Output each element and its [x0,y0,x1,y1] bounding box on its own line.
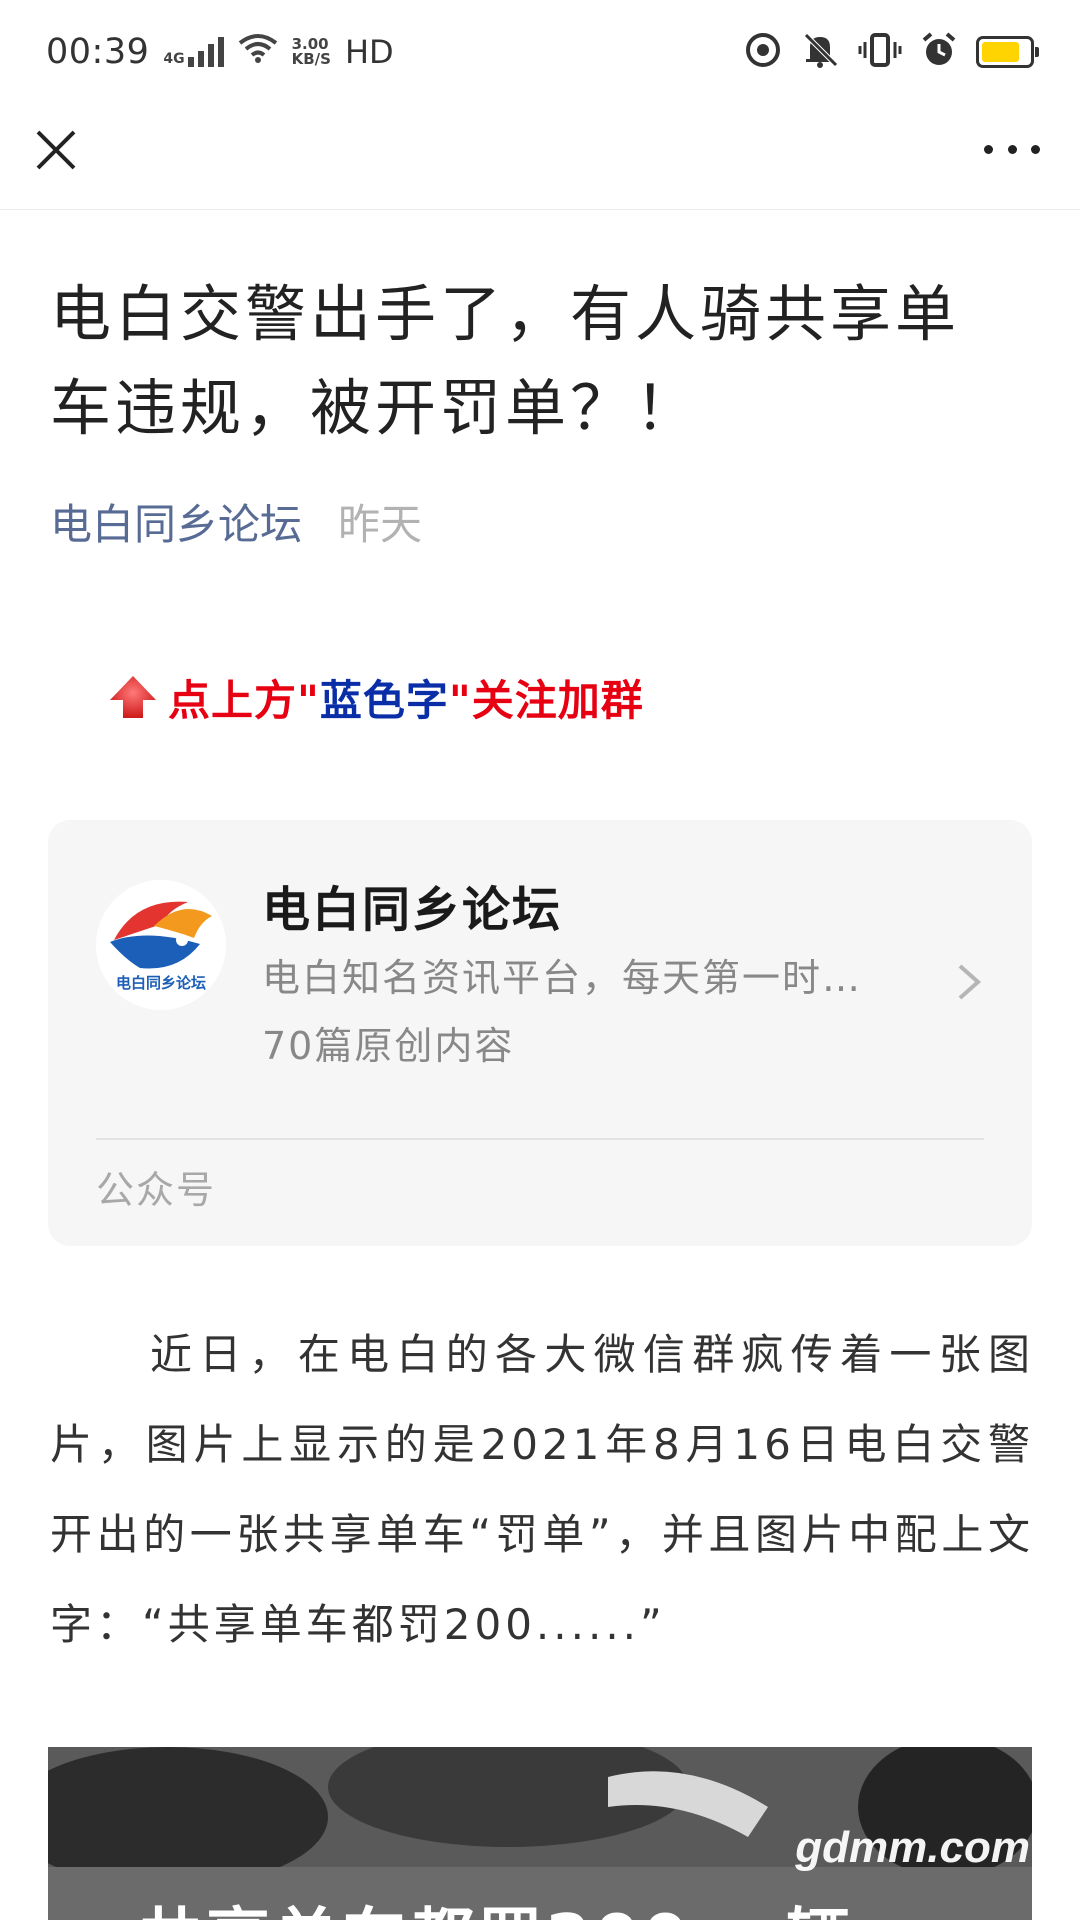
mute-bell-icon [800,31,840,73]
account-type-label: 公众号 [96,1168,217,1212]
nav-bar [0,104,1080,210]
vibrate-icon [858,31,902,73]
hd-label: HD [344,33,394,71]
follow-text-1: 点上方" [168,675,320,725]
article-meta: 电白同乡论坛 昨天 [50,498,422,552]
network-speed: 3.00 KB/S [292,37,331,67]
follow-prompt: 点上方" 蓝色字 "关注加群 [108,670,644,725]
more-icon-dot [1031,144,1040,154]
signal-icon: 4G [163,37,224,67]
close-button[interactable] [30,124,82,176]
article-paragraph: 近日，在电白的各大微信群疯传着一张图片，图片上显示的是2021年8月16日电白交… [50,1330,1034,1649]
more-button[interactable] [984,134,1040,164]
bird-logo-icon: 电白同乡论坛 [96,880,226,1010]
status-bar: 00:39 4G 3.00 KB/S HD [0,0,1080,104]
battery-level [982,42,1019,62]
status-left: 00:39 4G 3.00 KB/S HD [46,32,394,72]
network-speed-unit: KB/S [291,50,331,68]
record-icon [744,31,782,73]
battery-icon [976,36,1039,68]
account-description: 电白知名资讯平台，每天第一时… [262,956,863,1000]
account-avatar: 电白同乡论坛 [96,880,226,1010]
chevron-right-icon [958,964,982,1000]
wifi-icon [238,32,278,72]
profile-card[interactable]: 电白同乡论坛 电白同乡论坛 电白知名资讯平台，每天第一时… 70篇原创内容 公众… [48,820,1032,1246]
arrow-up-icon [110,676,156,718]
follow-text-3: "关注加群 [448,675,644,725]
status-time: 00:39 [46,32,150,72]
author-link[interactable]: 电白同乡论坛 [50,498,302,552]
image-caption: 共享单车都罚200 一辆 [138,1887,854,1920]
logo-text: 电白同乡论坛 [116,974,206,992]
account-name: 电白同乡论坛 [262,882,563,938]
article-title: 电白交警出手了，有人骑共享单车违规，被开罚单？！ [50,279,961,444]
network-label: 4G [163,51,185,67]
follow-text-2: 蓝色字 [319,675,449,725]
more-icon-dot [1007,144,1017,154]
publish-date: 昨天 [338,500,423,549]
status-right [744,31,1039,73]
more-icon-dot [984,144,993,154]
article-image[interactable]: gdmm.com 共享单车都罚200 一辆 [48,1747,1032,1920]
original-count: 70篇原创内容 [262,1024,515,1068]
close-icon [36,130,76,170]
image-watermark: gdmm.com [795,1823,1030,1872]
alarm-icon [920,31,958,73]
card-divider [96,1138,984,1140]
